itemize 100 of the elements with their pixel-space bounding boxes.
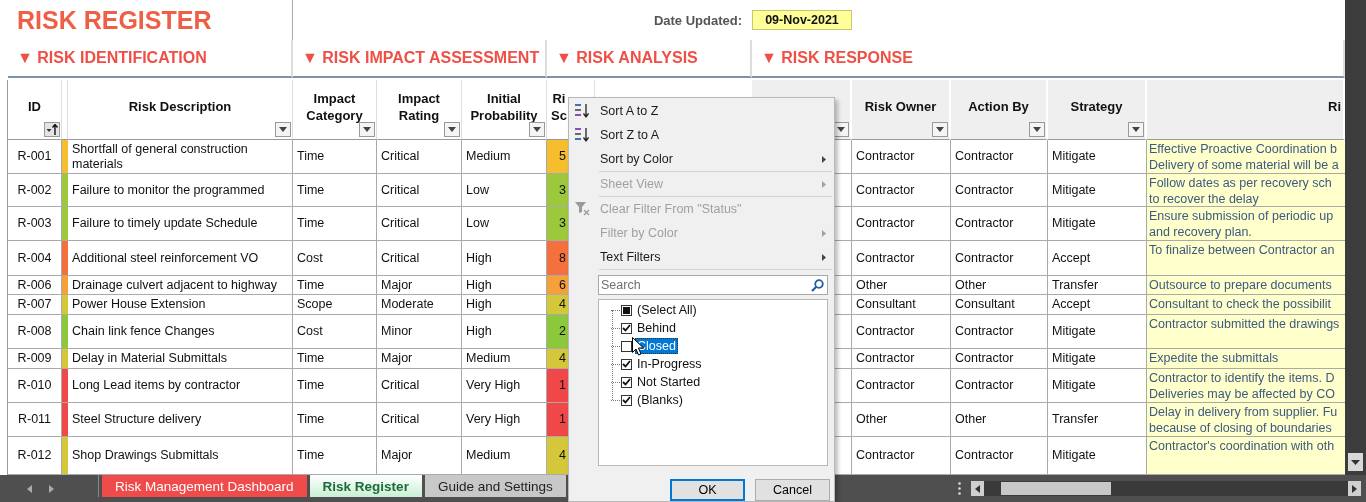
clear-filter-icon <box>574 201 592 217</box>
column-header: Strategy <box>1070 98 1123 115</box>
table-cell: Follow dates as per recovery sch to recover the delay <box>1147 174 1345 207</box>
table-cell: Drainage culvert adjacent to highway <box>68 276 293 295</box>
table-cell: Other <box>852 403 951 437</box>
checkbox[interactable] <box>621 304 632 316</box>
checkbox[interactable] <box>621 394 632 406</box>
filter-option[interactable]: (Select All) <box>635 302 699 318</box>
table-cell: Contractor <box>951 315 1048 349</box>
table-cell: Ensure submission of periodic up and recovery plan. <box>1147 207 1345 241</box>
table-cell: Contractor to identify the items. D Deliveries may be affected by CO <box>1147 369 1345 403</box>
filter-option[interactable]: Not Started <box>635 374 703 390</box>
search-icon <box>811 279 824 292</box>
table-cell: Delay in delivery from supplier. Fu because of closing of boundaries <box>1147 403 1345 437</box>
table-cell: Contractor <box>852 140 951 174</box>
table-cell: Time <box>293 174 377 207</box>
table-cell: Major <box>377 276 462 295</box>
next-sheet-icon[interactable] <box>49 484 54 493</box>
filter-dropdown-button[interactable] <box>1029 122 1045 137</box>
table-cell: Critical <box>377 241 462 276</box>
column-header: Ri <box>1328 98 1341 115</box>
table-cell: Other <box>951 403 1048 437</box>
filter-dropdown-button[interactable] <box>359 122 375 137</box>
table-cell: Time <box>293 369 377 403</box>
dropdown-arrow-icon <box>1132 127 1140 132</box>
table-cell: Contractor <box>951 349 1048 369</box>
table-cell: Consultant <box>852 295 951 315</box>
filter-dropdown-button[interactable] <box>932 122 948 137</box>
column-header: Risk Owner <box>864 98 937 115</box>
previous-sheet-icon[interactable] <box>27 484 32 493</box>
table-cell: Cost <box>293 241 377 276</box>
table-cell: Critical <box>377 369 462 403</box>
sort-filter-button[interactable] <box>44 122 60 137</box>
table-cell: Contractor <box>852 207 951 241</box>
column-header: Action By <box>968 98 1029 115</box>
dropdown-arrow-icon <box>448 127 456 132</box>
section-header: ▼ RISK IDENTIFICATION <box>8 40 293 78</box>
table-cell: Shortfall of general construction materials <box>68 140 293 174</box>
dropdown-arrow-icon <box>936 127 944 132</box>
table-cell: Steel Structure delivery <box>68 403 293 437</box>
sheet-tab[interactable]: Risk Management Dashboard <box>102 475 307 497</box>
table-cell: To finalize between Contractor an <box>1147 241 1345 276</box>
table-cell: Other <box>852 276 951 295</box>
sort-ascending-icon <box>574 103 592 119</box>
submenu-arrow-icon <box>822 253 826 261</box>
sheet-tab[interactable]: Guide and Settings <box>424 475 566 497</box>
table-cell: Contractor's coordination with oth <box>1147 437 1345 475</box>
table-cell: Contractor submitted the drawings <box>1147 315 1345 349</box>
dropdown-arrow-icon <box>363 127 371 132</box>
table-cell: Power House Extension <box>68 295 293 315</box>
checkbox[interactable] <box>621 322 632 334</box>
scroll-down-icon <box>1351 459 1360 465</box>
filter-option[interactable]: (Blanks) <box>635 392 685 408</box>
checkbox[interactable] <box>621 376 632 388</box>
table-cell: Time <box>293 276 377 295</box>
search-field[interactable]: Search <box>598 275 828 295</box>
table-cell: Scope <box>293 295 377 315</box>
filter-dropdown-button[interactable] <box>1128 122 1144 137</box>
sheet-tab[interactable]: Risk Register <box>309 475 422 497</box>
table-cell: Consultant to check the possibilit <box>1147 295 1345 315</box>
table-cell: Failure to monitor the programmed <box>68 174 293 207</box>
table-cell: Cost <box>293 315 377 349</box>
table-cell: Time <box>293 207 377 241</box>
section-header: ▼ RISK RESPONSE <box>752 40 1345 78</box>
table-cell: Contractor <box>951 207 1048 241</box>
table-cell: Additional steel reinforcement VO <box>68 241 293 276</box>
checkbox[interactable] <box>621 340 632 352</box>
dropdown-arrow-icon <box>533 127 541 132</box>
table-cell: Critical <box>377 174 462 207</box>
dropdown-arrow-icon <box>1033 127 1041 132</box>
submenu-arrow-icon <box>822 155 826 163</box>
date-label: Date Updated: <box>652 12 743 28</box>
filter-dropdown-button[interactable] <box>275 122 291 137</box>
filter-dropdown-button[interactable] <box>529 122 545 137</box>
table-cell: Critical <box>377 403 462 437</box>
filter-option[interactable]: Behind <box>635 320 678 336</box>
checkbox[interactable] <box>621 358 632 370</box>
more-options-icon[interactable] <box>958 482 962 495</box>
table-cell: Contractor <box>852 369 951 403</box>
table-cell: Expedite the submittals <box>1147 349 1345 369</box>
table-cell: Contractor <box>951 369 1048 403</box>
filter-option[interactable]: In-Progress <box>635 356 704 372</box>
table-cell: Other <box>951 276 1048 295</box>
filter-dropdown-button[interactable] <box>444 122 460 137</box>
scroll-right-icon <box>1351 484 1357 493</box>
column-header: Impact Category <box>305 89 364 124</box>
table-cell: Contractor <box>852 241 951 276</box>
menu-item[interactable]: Sort A to Z <box>569 99 834 123</box>
table-cell: Contractor <box>852 174 951 207</box>
dialog-button[interactable]: Cancel <box>755 479 830 501</box>
table-cell: Contractor <box>951 140 1048 174</box>
column-header: Impact Rating <box>397 89 441 124</box>
submenu-arrow-icon <box>822 229 826 237</box>
sheet-title: RISK REGISTER <box>0 0 293 40</box>
dialog-button[interactable]: OK <box>670 479 745 501</box>
horizontal-scrollbar[interactable] <box>970 481 1361 496</box>
vertical-scrollbar[interactable] <box>1345 0 1366 475</box>
table-cell: Contractor <box>852 315 951 349</box>
table-cell: Contractor <box>852 349 951 369</box>
table-cell: Contractor <box>951 241 1048 276</box>
